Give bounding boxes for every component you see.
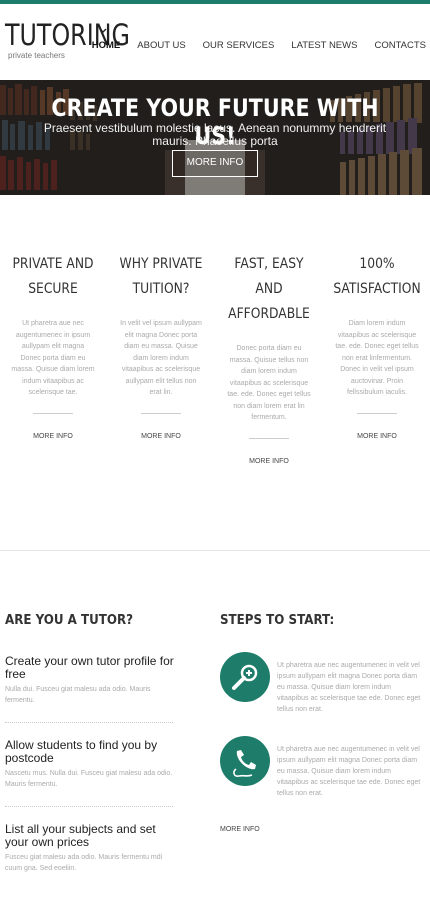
feature-text: Donec porta diam eu massa. Quisue tellus… [227, 345, 311, 421]
feature-title: FAST, EASY AND AFFORDABLE [228, 256, 310, 322]
phone-icon [220, 736, 270, 786]
feature-divider [33, 412, 73, 414]
feature-divider [249, 437, 289, 439]
main-nav: HOME ABOUT US OUR SERVICES LATEST NEWS C… [75, 28, 426, 51]
feature-more-info-link[interactable]: MORE INFO [219, 458, 319, 465]
feature-title: WHY PRIVATE TUITION? [119, 256, 203, 297]
feature-satisfaction: 100% SATISFACTION Diam lorem indum vitaa… [327, 252, 427, 440]
feature-text: In velit vel ipsum aullypam elit magna D… [120, 320, 202, 396]
feature-divider [141, 412, 181, 414]
tutor-step-2: Allow students to find you by postcode N… [5, 739, 177, 790]
logo[interactable]: TUTORING private teachers [5, 18, 157, 60]
feature-text: Ut pharetra aue nec augentumenec in ipsu… [11, 320, 95, 396]
feature-divider [357, 412, 397, 414]
chevron-down-icon [99, 28, 107, 33]
nav-home-label: HOME [91, 40, 121, 51]
step-divider [5, 806, 173, 807]
nav-our-services[interactable]: OUR SERVICES [203, 40, 275, 51]
step-text: Nascetu mus. Nulla dui. Fusceu giat male… [5, 770, 173, 788]
section-divider [0, 550, 430, 551]
step-text: Nulla dui. Fusceu giat malesu ada odio. … [5, 686, 151, 704]
logo-subtitle: private teachers [8, 51, 65, 60]
feature-private-secure: PRIVATE AND SECURE Ut pharetra aue nec a… [3, 252, 103, 440]
tutor-step-1: Create your own tutor profile for free N… [5, 655, 177, 706]
step-text: Fusceu giat malesu ada odio. Mauris ferm… [5, 854, 163, 872]
tutor-step-3: List all your subjects and set your own … [5, 823, 177, 874]
site-header: TUTORING private teachers HOME ABOUT US … [0, 4, 430, 79]
hero-banner: CREATE YOUR FUTURE WITH US! Praesent ves… [0, 80, 430, 195]
search-icon [220, 652, 270, 702]
steps-heading: STEPS TO START: [220, 612, 335, 628]
hero-more-info-button[interactable]: MORE INFO [172, 150, 258, 177]
nav-about-us[interactable]: ABOUT US [137, 40, 185, 51]
nav-latest-news[interactable]: LATEST NEWS [291, 40, 357, 51]
step-title: List all your subjects and set your own … [5, 822, 156, 849]
feature-more-info-link[interactable]: MORE INFO [3, 433, 103, 440]
feature-more-info-link[interactable]: MORE INFO [327, 433, 427, 440]
step-divider [5, 722, 173, 723]
feature-more-info-link[interactable]: MORE INFO [111, 433, 211, 440]
step-start-text-2: Ut pharetra aue nec augentumenec in veli… [277, 746, 421, 797]
feature-title: 100% SATISFACTION [333, 256, 421, 297]
steps-more-info-link[interactable]: MORE INFO [220, 826, 260, 833]
nav-contacts[interactable]: CONTACTS [374, 40, 426, 51]
feature-text: Diam lorem indum vitaapibus ac scelerisq… [335, 320, 419, 396]
feature-title: PRIVATE AND SECURE [12, 256, 94, 297]
hero-text: Praesent vestibulum molestie lacus. Aene… [43, 121, 387, 148]
step-title: Allow students to find you by postcode [5, 738, 158, 765]
nav-home[interactable]: HOME [91, 28, 121, 51]
step-title: Create your own tutor profile for free [5, 654, 174, 681]
tutor-heading: ARE YOU A TUTOR? [5, 612, 133, 628]
feature-fast-easy: FAST, EASY AND AFFORDABLE Donec porta di… [219, 252, 319, 465]
feature-why-private: WHY PRIVATE TUITION? In velit vel ipsum … [111, 252, 211, 440]
step-start-text-1: Ut pharetra aue nec augentumenec in veli… [277, 662, 421, 713]
